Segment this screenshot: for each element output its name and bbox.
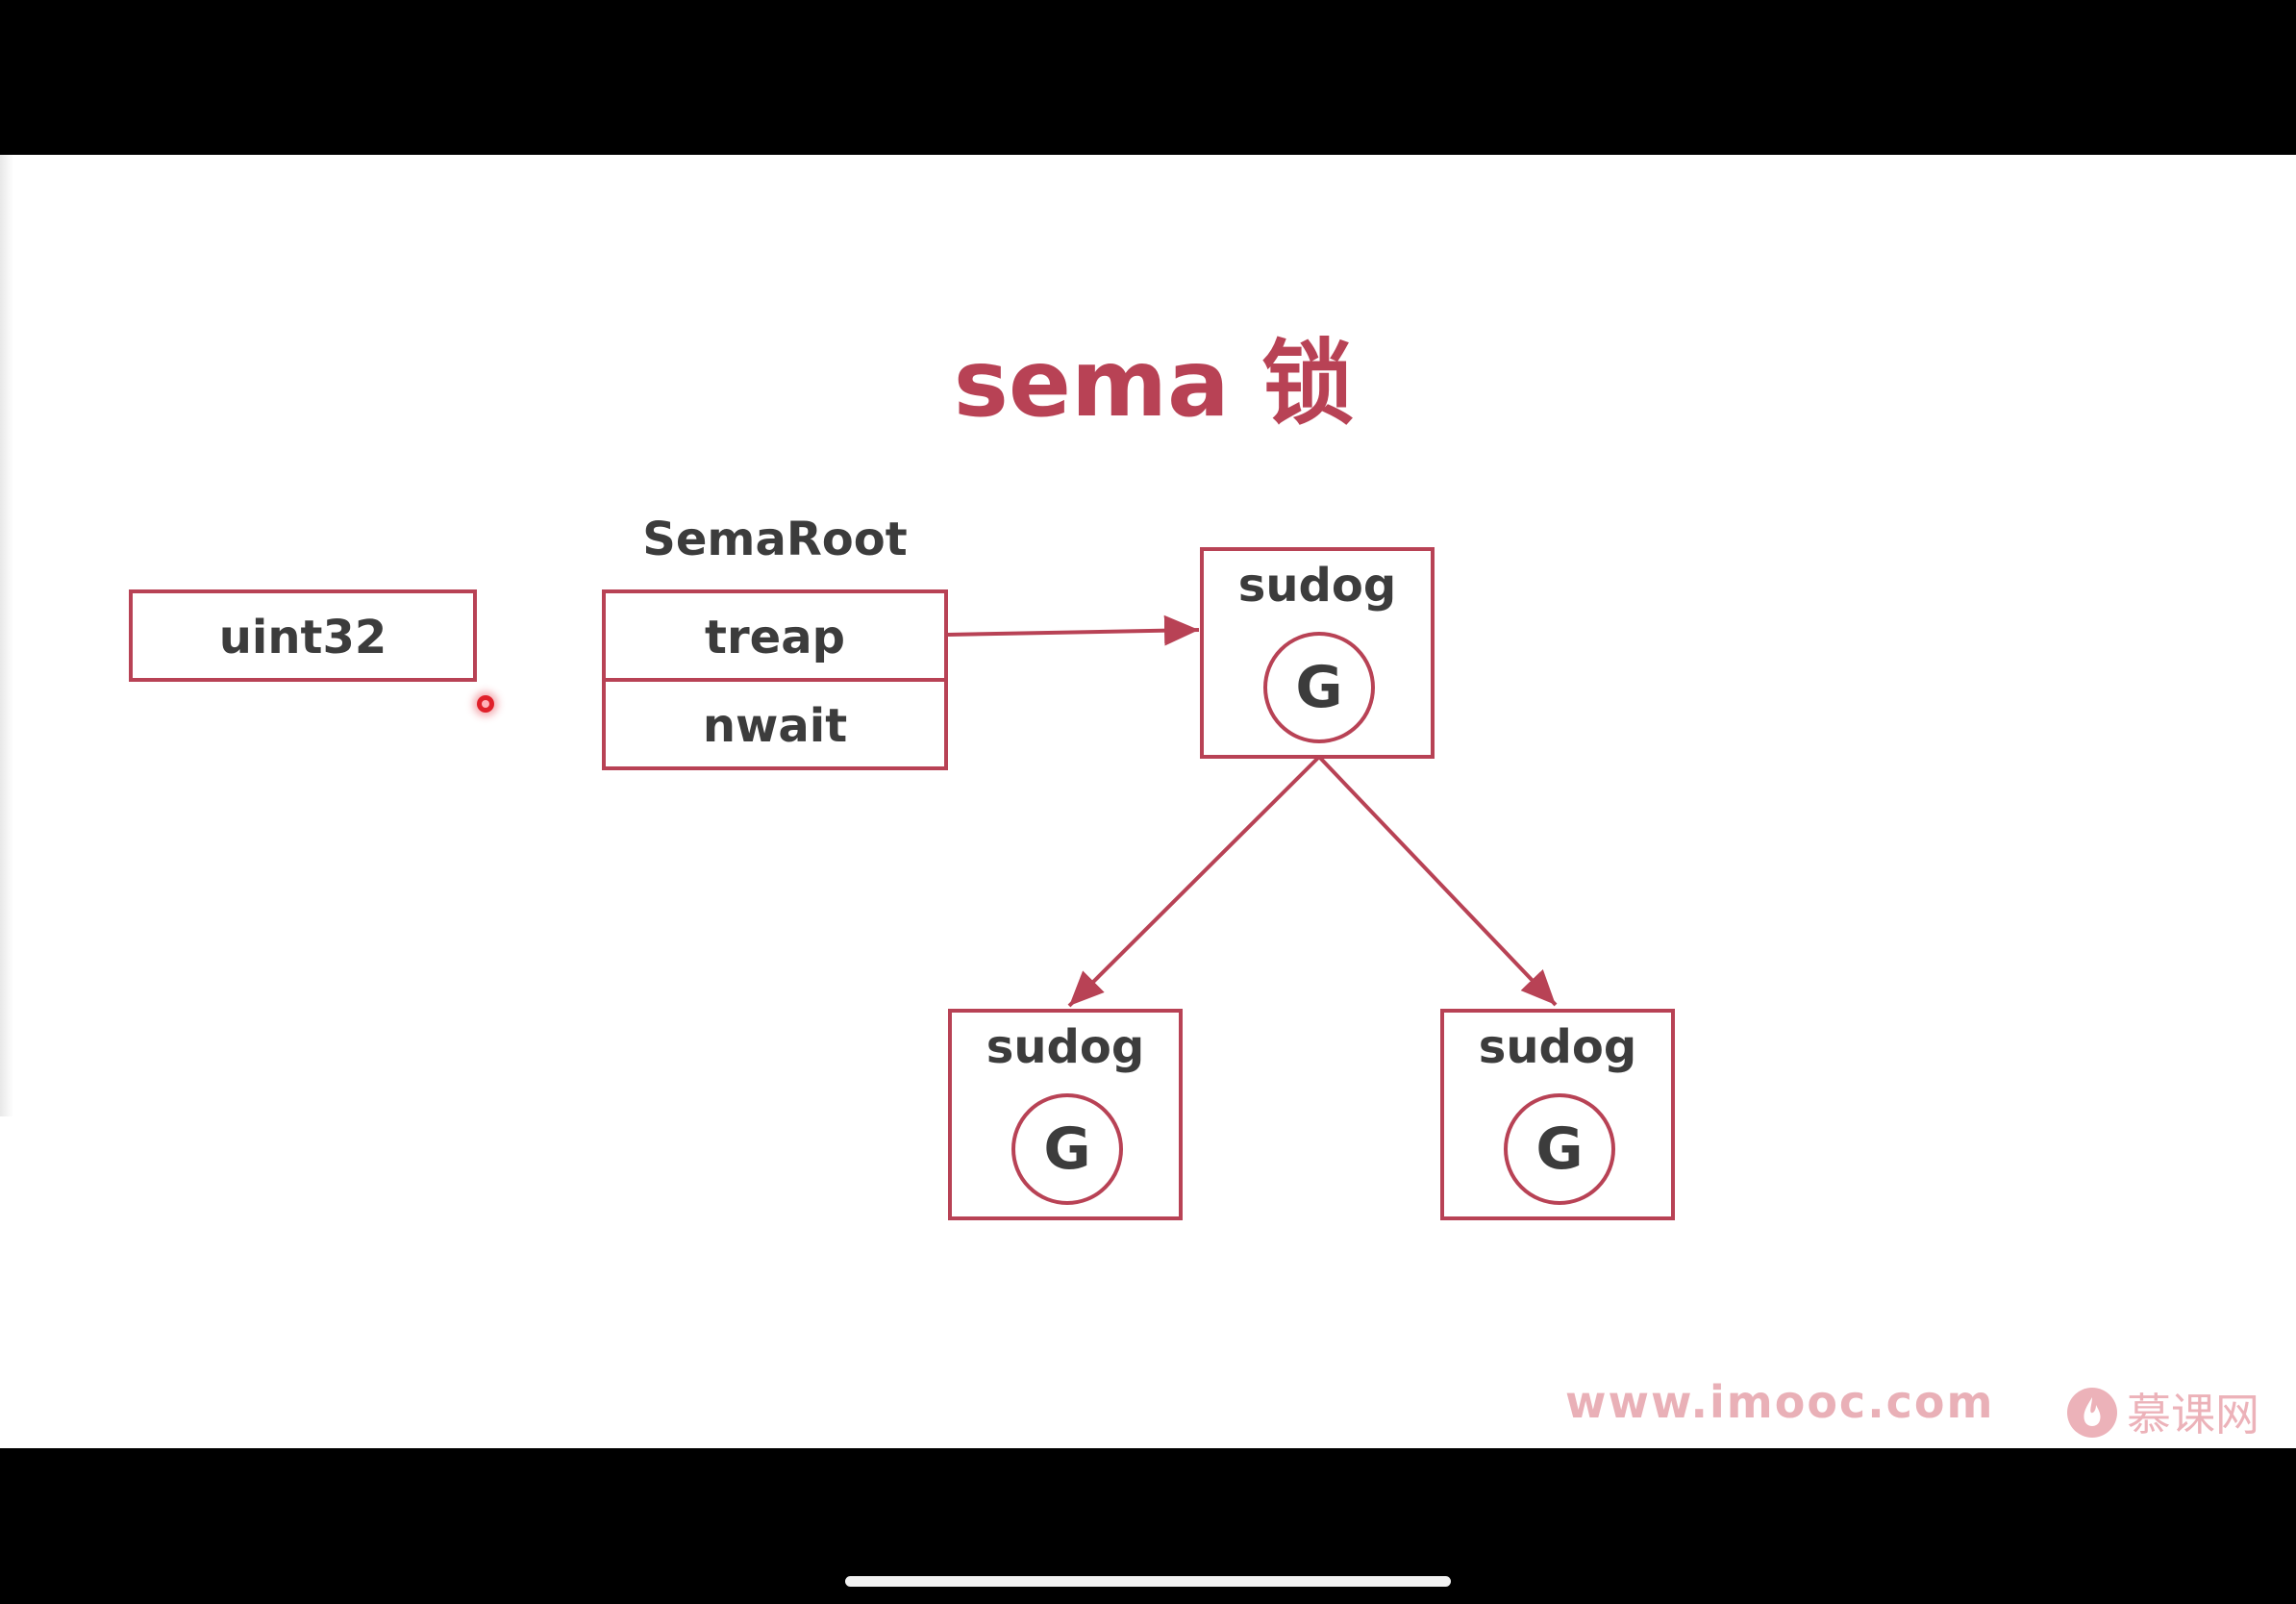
goroutine-g-circle: G bbox=[1504, 1093, 1615, 1205]
imooc-logo-icon bbox=[2067, 1388, 2117, 1438]
sudog-root-node: sudog G bbox=[1200, 547, 1435, 759]
arrow-sudog-to-right-child bbox=[1317, 755, 1558, 1007]
treap-label: treap bbox=[705, 611, 845, 664]
home-indicator-bar[interactable] bbox=[845, 1576, 1451, 1587]
arrow-sudog-to-left-child bbox=[1067, 755, 1321, 1008]
goroutine-g-circle: G bbox=[1263, 632, 1375, 743]
sudog-root-label: sudog bbox=[1237, 559, 1397, 613]
watermark-url: www.imooc.com bbox=[1565, 1376, 1995, 1428]
semaroot-treap-field: treap bbox=[602, 589, 948, 682]
uint32-label: uint32 bbox=[218, 611, 387, 664]
semaroot-heading: SemaRoot bbox=[642, 513, 908, 566]
sudog-left-label: sudog bbox=[986, 1020, 1145, 1074]
watermark-brand: 慕课网 bbox=[2127, 1389, 2259, 1441]
sudog-left-node: sudog G bbox=[948, 1009, 1183, 1220]
arrow-treap-to-sudog bbox=[947, 614, 1200, 646]
diagram-arrows bbox=[947, 614, 1558, 1008]
sudog-right-node: sudog G bbox=[1440, 1009, 1675, 1220]
slide-canvas: sema 锁 uint32 SemaRoot treap nwait sudog… bbox=[0, 155, 2296, 1448]
nwait-label: nwait bbox=[702, 699, 848, 753]
sudog-right-label: sudog bbox=[1478, 1020, 1637, 1074]
goroutine-g-circle: G bbox=[1011, 1093, 1123, 1205]
laser-pointer-dot bbox=[477, 695, 494, 713]
semaroot-nwait-field: nwait bbox=[602, 678, 948, 770]
top-letterbox-bar bbox=[0, 0, 2296, 155]
uint32-box: uint32 bbox=[129, 589, 477, 682]
